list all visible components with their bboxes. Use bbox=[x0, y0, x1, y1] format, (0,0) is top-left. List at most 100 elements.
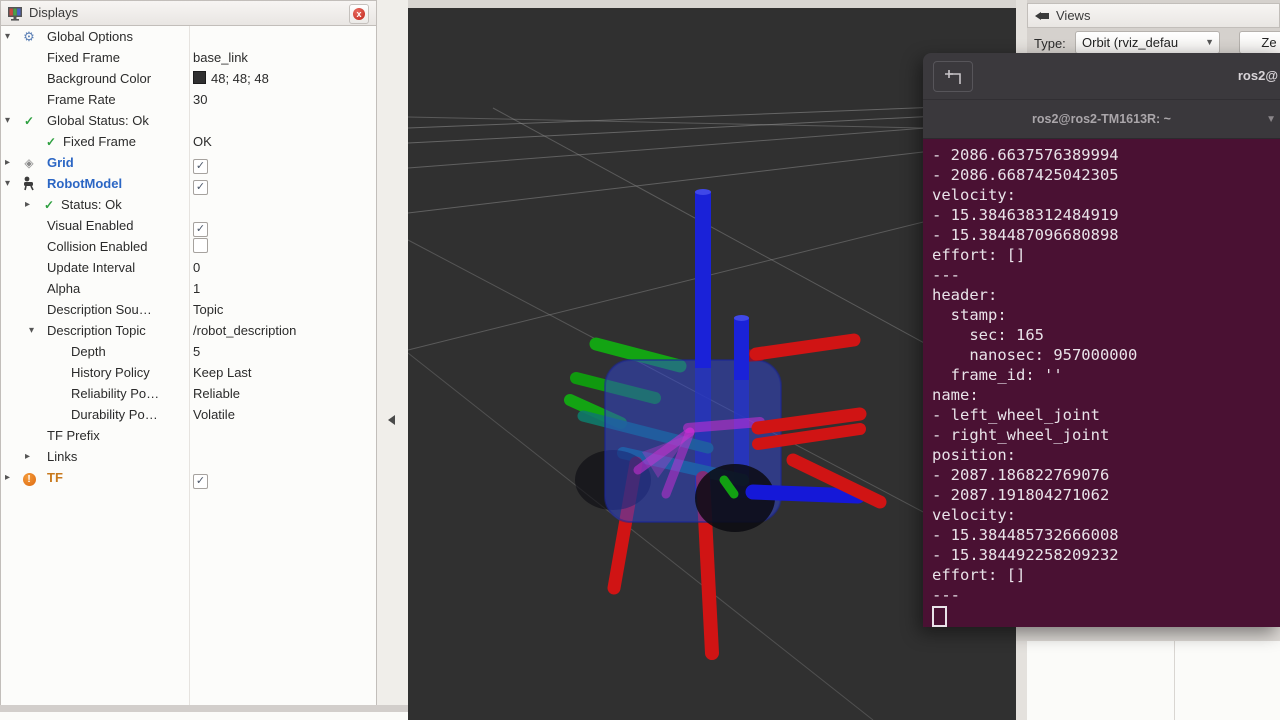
display-row[interactable]: ▸◈Grid✓ bbox=[1, 152, 376, 173]
displays-panel-titlebar[interactable]: Displays x bbox=[0, 0, 377, 26]
display-row[interactable]: ▸Links bbox=[1, 446, 376, 467]
terminal-window[interactable]: ros2@ ros2@ros2-TM1613R: ~ ▼ - 2086.6637… bbox=[923, 53, 1280, 627]
horizontal-splitter[interactable] bbox=[0, 705, 408, 712]
close-icon: x bbox=[353, 8, 365, 20]
terminal-line: - 2087.186822769076 bbox=[932, 465, 1280, 485]
terminal-line: - right_wheel_joint bbox=[932, 425, 1280, 445]
property-label: Status: Ok bbox=[61, 194, 122, 215]
checkbox[interactable]: ✓ bbox=[193, 180, 208, 195]
view-type-value: Orbit (rviz_defau bbox=[1082, 35, 1178, 50]
property-value-cell[interactable]: ✓ bbox=[193, 467, 208, 489]
collapse-panel-button[interactable] bbox=[386, 410, 400, 430]
display-row[interactable]: Durability Po…Volatile bbox=[1, 404, 376, 425]
property-value-cell[interactable]: Topic bbox=[193, 299, 223, 320]
display-row[interactable]: Visual Enabled✓ bbox=[1, 215, 376, 236]
display-row[interactable]: ▸ ✓Status: Ok bbox=[1, 194, 376, 215]
value-text: base_link bbox=[193, 50, 248, 65]
checkbox[interactable] bbox=[193, 238, 208, 253]
checkbox[interactable]: ✓ bbox=[193, 474, 208, 489]
expand-arrow-icon[interactable]: ▸ bbox=[25, 194, 30, 215]
display-row[interactable]: ✓Fixed FrameOK bbox=[1, 131, 376, 152]
terminal-line: sec: 165 bbox=[932, 325, 1280, 345]
terminal-line: frame_id: '' bbox=[932, 365, 1280, 385]
property-label: Description Sou… bbox=[47, 299, 152, 320]
display-row[interactable]: History PolicyKeep Last bbox=[1, 362, 376, 383]
property-value-cell[interactable]: Reliable bbox=[193, 383, 240, 404]
rviz-window: Displays x ▾⚙Global OptionsFixed Frameba… bbox=[0, 0, 1280, 720]
property-value-cell[interactable]: 5 bbox=[193, 341, 200, 362]
value-text: 0 bbox=[193, 260, 200, 275]
property-value-cell[interactable]: base_link bbox=[193, 47, 248, 68]
tab-menu-chevron-icon[interactable]: ▼ bbox=[1266, 100, 1276, 139]
check-icon: ✓ bbox=[43, 131, 59, 153]
robot-model bbox=[570, 189, 880, 653]
terminal-body[interactable]: - 2086.6637576389994- 2086.6687425042305… bbox=[923, 139, 1280, 627]
close-button[interactable]: x bbox=[349, 4, 369, 24]
views-panel-title: Views bbox=[1056, 8, 1090, 23]
check-icon: ✓ bbox=[21, 110, 37, 132]
collapse-arrow-icon[interactable]: ▾ bbox=[5, 110, 10, 131]
display-row[interactable]: TF Prefix bbox=[1, 425, 376, 446]
property-value-cell[interactable]: 30 bbox=[193, 89, 207, 110]
value-text: 1 bbox=[193, 281, 200, 296]
display-row[interactable]: Collision Enabled bbox=[1, 236, 376, 257]
checkbox[interactable]: ✓ bbox=[193, 159, 208, 174]
new-tab-icon bbox=[944, 70, 962, 85]
collapse-arrow-icon[interactable]: ▾ bbox=[29, 320, 34, 341]
views-column-splitter[interactable] bbox=[1174, 641, 1175, 720]
expand-arrow-icon[interactable]: ▸ bbox=[5, 152, 10, 173]
terminal-window-title: ros2@ bbox=[1238, 68, 1278, 83]
display-row[interactable]: Update Interval 0 bbox=[1, 257, 376, 278]
property-value-cell[interactable]: ✓ bbox=[193, 152, 208, 174]
display-row[interactable]: ▾✓Global Status: Ok bbox=[1, 110, 376, 131]
display-row[interactable]: Reliability Po…Reliable bbox=[1, 383, 376, 404]
display-row[interactable]: Description Sou… Topic bbox=[1, 299, 376, 320]
display-row[interactable]: Depth5 bbox=[1, 341, 376, 362]
viewport-top-edge bbox=[408, 0, 1016, 8]
display-row[interactable]: ▾⚙Global Options bbox=[1, 26, 376, 47]
terminal-output: - 2086.6637576389994- 2086.6687425042305… bbox=[932, 145, 1280, 605]
property-value-cell[interactable]: Keep Last bbox=[193, 362, 252, 383]
value-text: Reliable bbox=[193, 386, 240, 401]
color-swatch bbox=[193, 71, 206, 84]
terminal-tab[interactable]: ros2@ros2-TM1613R: ~ bbox=[923, 100, 1280, 139]
zero-button[interactable]: Ze bbox=[1239, 31, 1280, 54]
collapse-arrow-icon[interactable]: ▾ bbox=[5, 26, 10, 47]
expand-arrow-icon[interactable]: ▸ bbox=[25, 446, 30, 467]
property-value-cell[interactable]: ✓ bbox=[193, 215, 208, 237]
terminal-line: - 2086.6687425042305 bbox=[932, 165, 1280, 185]
views-panel-titlebar[interactable]: Views bbox=[1027, 3, 1280, 28]
display-row[interactable]: Alpha1 bbox=[1, 278, 376, 299]
property-value-cell[interactable]: 48; 48; 48 bbox=[193, 68, 269, 89]
terminal-titlebar[interactable]: ros2@ bbox=[923, 53, 1280, 100]
property-value-cell[interactable]: /robot_description bbox=[193, 320, 296, 341]
property-label: TF bbox=[47, 467, 63, 488]
display-row[interactable]: Frame Rate30 bbox=[1, 89, 376, 110]
collapse-arrow-icon[interactable]: ▾ bbox=[5, 173, 10, 194]
displays-panel-icon bbox=[8, 7, 23, 21]
property-value-cell[interactable]: 1 bbox=[193, 278, 200, 299]
property-value-cell[interactable]: ✓ bbox=[193, 173, 208, 195]
property-value-cell[interactable]: 0 bbox=[193, 257, 200, 278]
display-row[interactable]: Fixed Framebase_link bbox=[1, 47, 376, 68]
view-type-dropdown[interactable]: Orbit (rviz_defau ▼ bbox=[1075, 31, 1220, 54]
display-row[interactable]: Background Color48; 48; 48 bbox=[1, 68, 376, 89]
terminal-line: - left_wheel_joint bbox=[932, 405, 1280, 425]
new-tab-button[interactable] bbox=[933, 61, 973, 92]
display-row[interactable]: ▾RobotModel✓ bbox=[1, 173, 376, 194]
property-value-cell[interactable]: Volatile bbox=[193, 404, 235, 425]
value-text: 30 bbox=[193, 92, 207, 107]
expand-arrow-icon[interactable]: ▸ bbox=[5, 467, 10, 488]
z-axis-cylinders bbox=[695, 189, 749, 380]
property-value-cell[interactable]: OK bbox=[193, 131, 212, 152]
property-label: TF Prefix bbox=[47, 425, 100, 446]
checkbox[interactable]: ✓ bbox=[193, 222, 208, 237]
property-label: Update Interval bbox=[47, 257, 135, 278]
property-label: Global Options bbox=[47, 26, 133, 47]
check-icon: ✓ bbox=[41, 194, 57, 216]
terminal-line: name: bbox=[932, 385, 1280, 405]
display-row[interactable]: ▾Description Topic/robot_description bbox=[1, 320, 376, 341]
display-row[interactable]: ▸!TF✓ bbox=[1, 467, 376, 488]
property-value-cell[interactable] bbox=[193, 236, 208, 257]
displays-panel-title: Displays bbox=[29, 5, 78, 20]
